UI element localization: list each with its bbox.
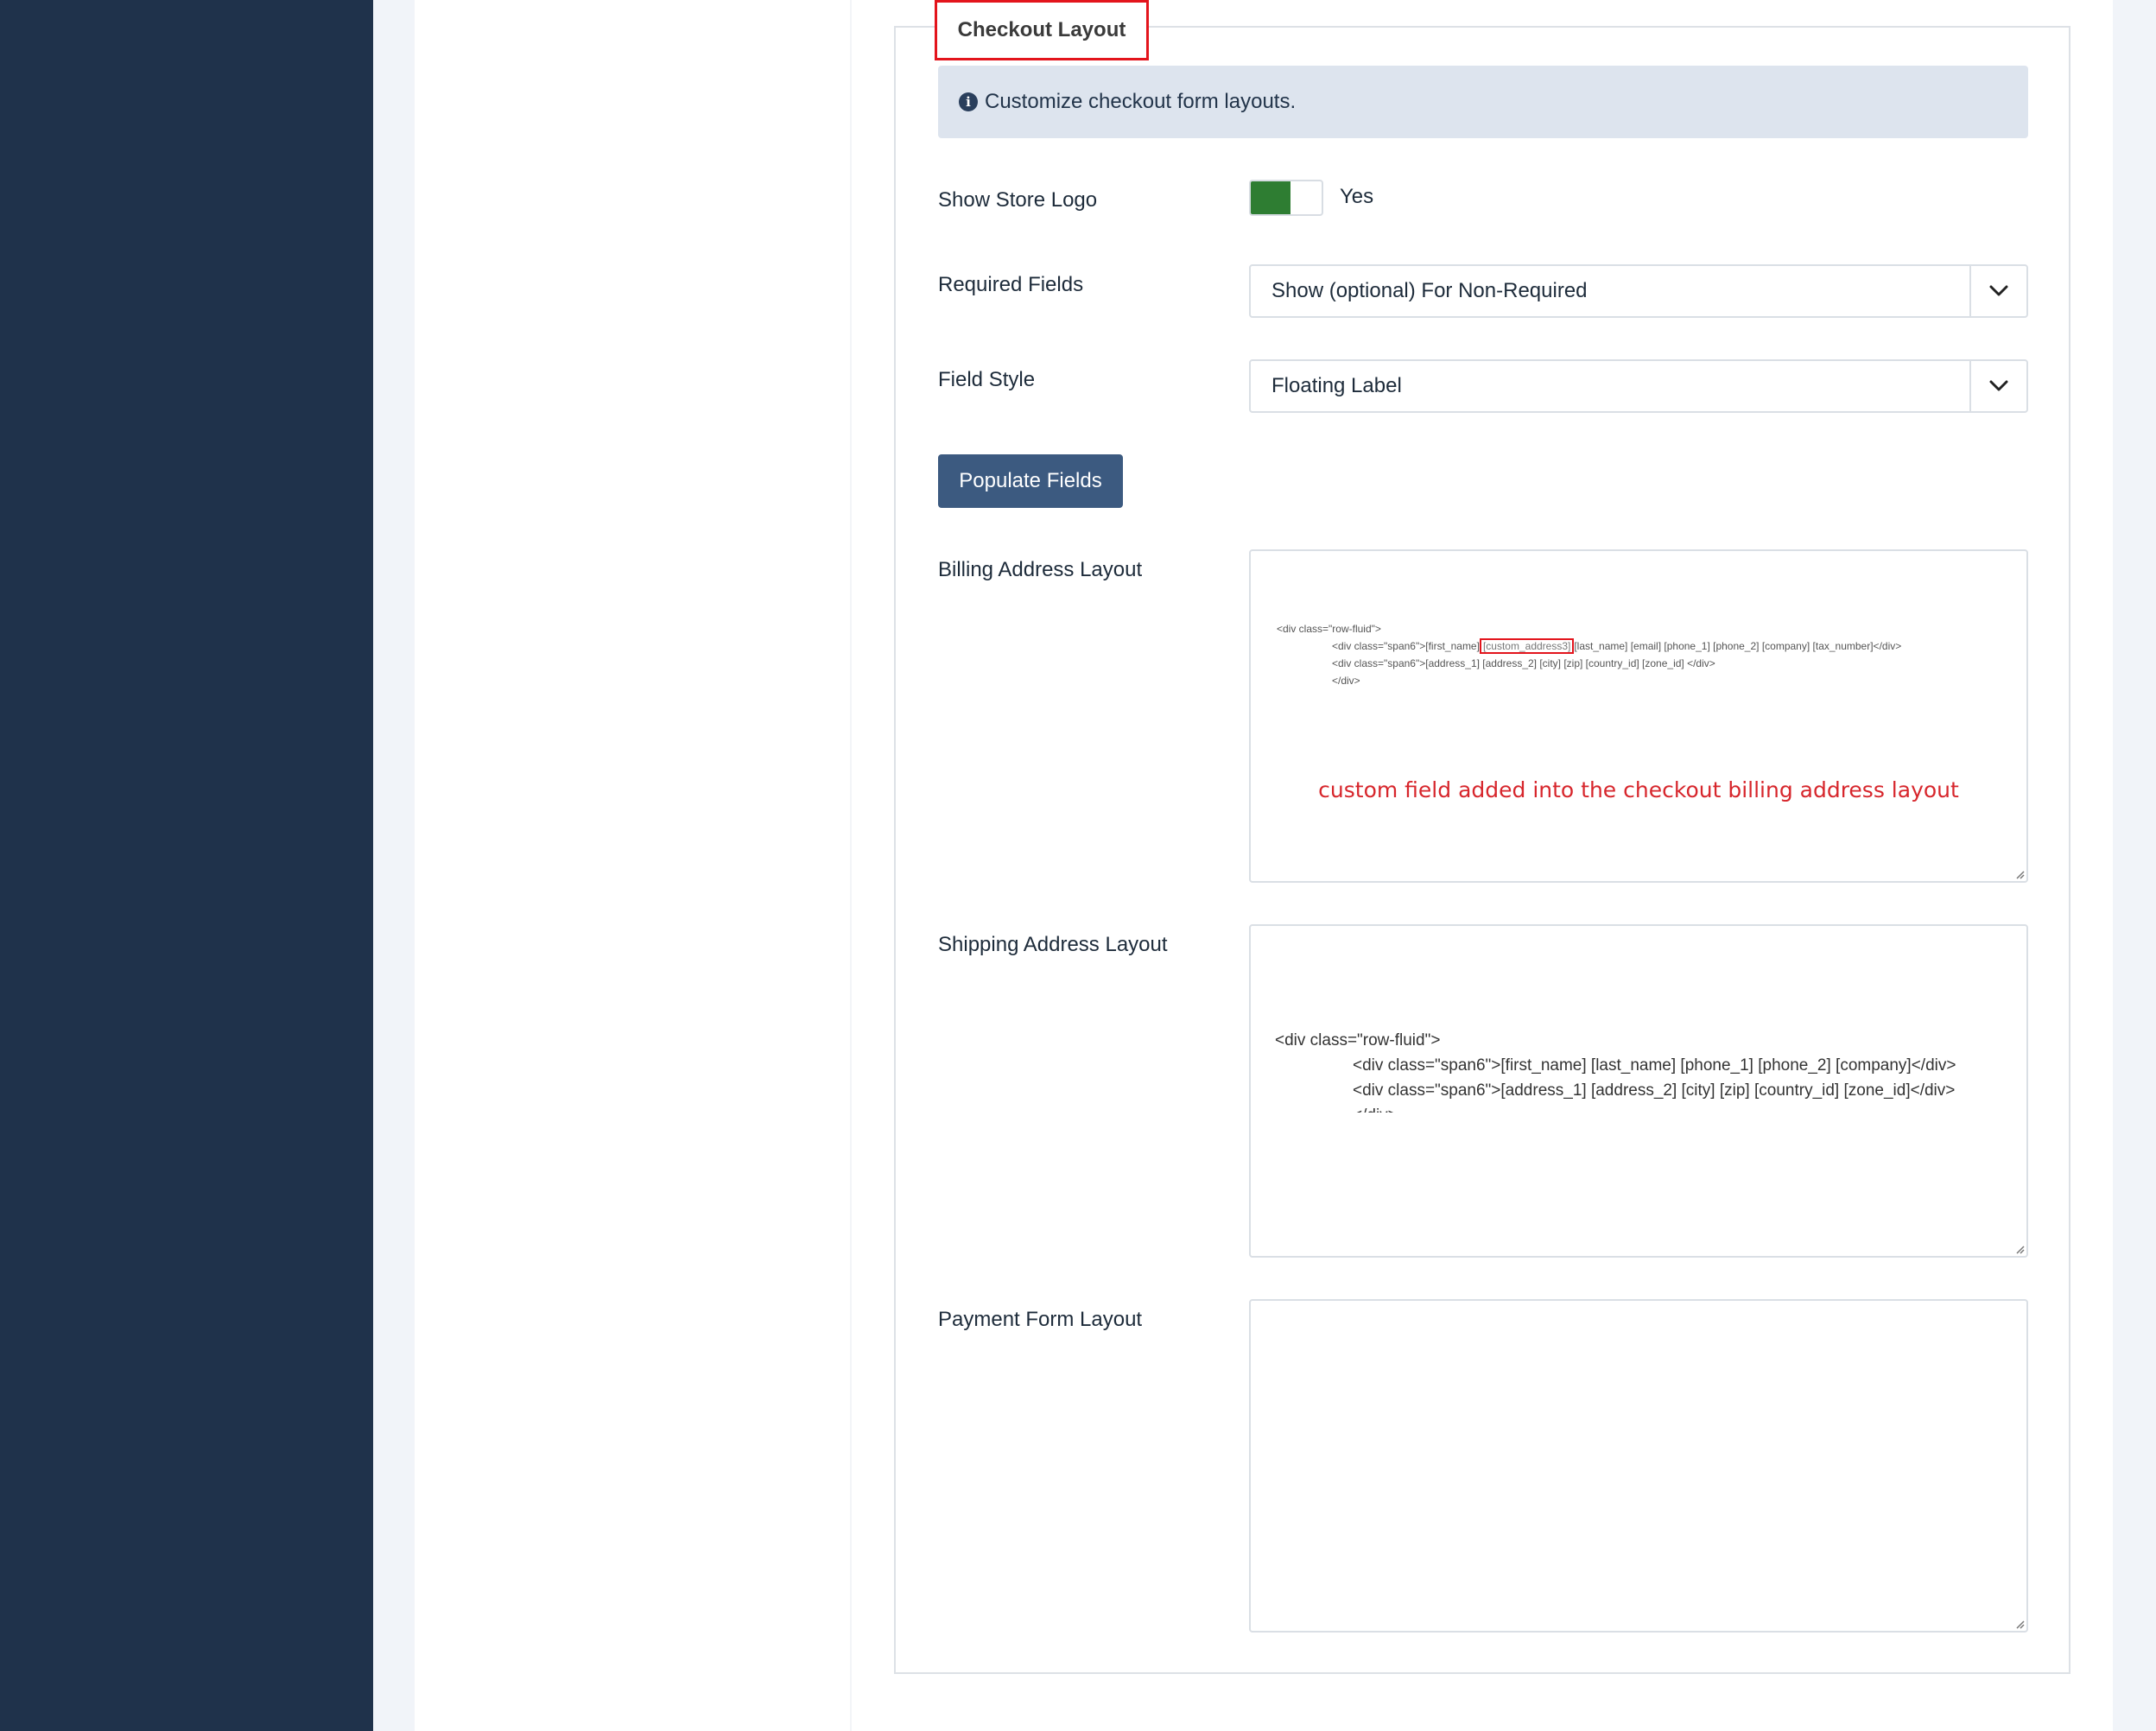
- shipping-line-4: </div>: [1275, 1103, 1956, 1113]
- show-store-logo-label: Show Store Logo: [938, 188, 1098, 212]
- custom-field-highlight: [custom_address3]: [1479, 638, 1575, 654]
- show-store-logo-toggle[interactable]: [1249, 180, 1323, 216]
- billing-line-2-pre: <div class="span6">[first_name]: [1332, 640, 1480, 652]
- show-store-logo-value: Yes: [1340, 185, 1374, 208]
- field-style-selected: Floating Label: [1271, 374, 1402, 397]
- payment-form-layout-label: Payment Form Layout: [938, 1308, 1143, 1331]
- billing-address-layout-label: Billing Address Layout: [938, 558, 1143, 581]
- shipping-line-3: <div class="span6">[address_1] [address_…: [1353, 1081, 1956, 1100]
- sidebar: [0, 0, 373, 1731]
- info-circle-icon: i: [959, 92, 978, 111]
- billing-line-2: <div class="span6">[first_name] [custom_a…: [1277, 637, 1901, 655]
- field-style-select[interactable]: Floating Label: [1249, 359, 2028, 413]
- shipping-address-layout-label: Shipping Address Layout: [938, 933, 1168, 956]
- billing-code: <div class="row-fluid"> <div class="span6…: [1277, 620, 1901, 689]
- required-fields-selected: Show (optional) For Non-Required: [1271, 279, 1588, 302]
- info-text: Customize checkout form layouts.: [985, 90, 1297, 113]
- fieldset-legend: Checkout Layout: [935, 0, 1149, 60]
- required-fields-label: Required Fields: [938, 273, 1084, 296]
- required-fields-select[interactable]: Show (optional) For Non-Required: [1249, 264, 2028, 318]
- field-style-label: Field Style: [938, 368, 1036, 391]
- chevron-down-icon[interactable]: [1969, 361, 2026, 411]
- shipping-code: <div class="row-fluid"> <div class="span6…: [1275, 1028, 1956, 1113]
- chevron-down-icon[interactable]: [1969, 266, 2026, 316]
- resize-grip-icon[interactable]: [2014, 1619, 2025, 1629]
- info-alert: i Customize checkout form layouts.: [938, 66, 2028, 138]
- populate-fields-button[interactable]: Populate Fields: [938, 454, 1123, 508]
- legend-text: Checkout Layout: [957, 18, 1126, 41]
- column-divider: [850, 0, 852, 1731]
- billing-line-2-post: [last_name] [email] [phone_1] [phone_2] …: [1574, 640, 1902, 652]
- billing-annotation: custom field added into the checkout bil…: [1318, 777, 1959, 802]
- billing-line-1: <div class="row-fluid">: [1277, 623, 1381, 635]
- billing-address-layout-textarea[interactable]: <div class="row-fluid"> <div class="span6…: [1249, 549, 2028, 883]
- resize-grip-icon[interactable]: [2014, 869, 2025, 879]
- shipping-line-2: <div class="span6">[first_name] [last_na…: [1353, 1056, 1956, 1075]
- shipping-address-layout-textarea[interactable]: <div class="row-fluid"> <div class="span6…: [1249, 924, 2028, 1258]
- resize-grip-icon[interactable]: [2014, 1244, 2025, 1254]
- payment-form-layout-textarea[interactable]: [1249, 1299, 2028, 1633]
- billing-line-3: <div class="span6">[address_1] [address_…: [1332, 657, 1715, 669]
- shipping-line-1: <div class="row-fluid">: [1275, 1031, 1441, 1049]
- billing-line-4: </div>: [1332, 675, 1360, 687]
- toggle-on-indicator: [1251, 181, 1290, 214]
